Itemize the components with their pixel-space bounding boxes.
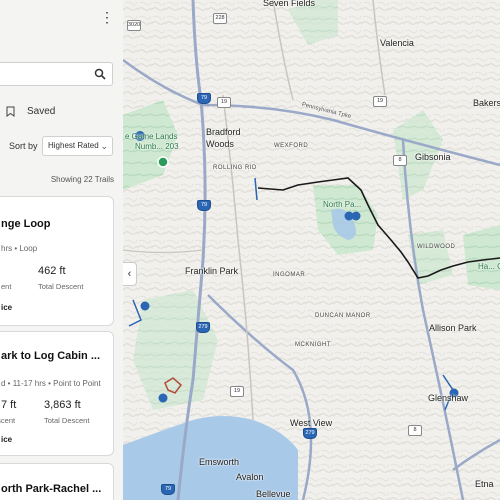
place-label: Bakers xyxy=(473,98,500,108)
park-label: Ha... Comm xyxy=(478,262,500,271)
sort-label: Sort by xyxy=(9,141,38,151)
place-label: Bradford Woods xyxy=(206,127,241,149)
trailhead-marker[interactable] xyxy=(158,393,168,403)
route-shield: 19 xyxy=(217,97,231,108)
interstate-shield: 79 xyxy=(197,200,211,211)
route-shield: 228 xyxy=(213,13,227,24)
route-shield: 19 xyxy=(230,386,244,397)
search-icon xyxy=(94,68,106,80)
place-label: Avalon xyxy=(236,472,264,482)
place-label: Bellevue xyxy=(256,489,291,499)
trail-foot: ice xyxy=(1,303,13,312)
place-label: Franklin Park xyxy=(185,266,239,276)
place-label: Gibsonia xyxy=(415,152,451,162)
trail-card[interactable]: ark to Log Cabin ... d • 11-17 hrs • Poi… xyxy=(0,331,114,456)
trail-title: ark to Log Cabin ... xyxy=(1,350,101,362)
trail-meta: d • 11-17 hrs • Point to Point xyxy=(1,379,101,388)
route-shield: 19 xyxy=(373,96,387,107)
app-root: ⋮ Saved Sort by Highest Rated ⌄ Showing … xyxy=(0,0,500,500)
hartwood-area xyxy=(463,225,500,290)
park-label: North Pa... xyxy=(323,200,362,209)
trail-map[interactable]: Seven Fields Valencia Bakers e Game Land… xyxy=(123,0,500,500)
place-label: Emsworth xyxy=(199,457,240,467)
chevron-down-icon: ⌄ xyxy=(100,141,108,151)
place-label: MCKNIGHT xyxy=(295,342,331,348)
park-marker[interactable] xyxy=(157,156,169,168)
place-label: INGOMAR xyxy=(273,272,306,278)
sort-select[interactable]: Highest Rated ⌄ xyxy=(42,136,113,156)
place-label: Seven Fields xyxy=(263,0,316,8)
collapse-sidebar-button[interactable]: ‹ xyxy=(123,262,137,286)
stat-ascent-value: 7 ft xyxy=(1,399,17,411)
park-label: Numb... 203 xyxy=(135,142,179,151)
stat-descent-value: 462 ft xyxy=(38,265,66,277)
place-label: Etna xyxy=(475,479,494,489)
more-options-icon[interactable]: ⋮ xyxy=(100,10,114,24)
trailhead-marker[interactable] xyxy=(351,211,361,221)
interstate-shield: 79 xyxy=(197,93,211,104)
chevron-left-icon: ‹ xyxy=(127,268,132,280)
place-label: Glenshaw xyxy=(428,393,469,403)
stat-descent-label: Total Descent xyxy=(44,416,90,425)
trail-title: orth Park-Rachel ... xyxy=(1,483,102,495)
place-label: West View xyxy=(290,418,333,428)
trail-card[interactable]: orth Park-Rachel ... xyxy=(0,463,114,500)
sort-value: Highest Rated xyxy=(48,141,99,150)
stat-ascent-label: ent xyxy=(1,282,12,291)
route-shield: 3020 xyxy=(127,20,141,31)
stat-ascent-label: ascent xyxy=(0,416,16,425)
interstate-shield: 279 xyxy=(303,428,317,439)
trail-meta: hrs • Loop xyxy=(1,244,38,253)
saved-tab[interactable]: Saved xyxy=(6,103,55,119)
place-label: WEXFORD xyxy=(274,143,309,149)
trail-card[interactable]: nge Loop hrs • Loop ent 462 ft Total Des… xyxy=(0,196,114,326)
park-label: e Game Lands xyxy=(125,132,178,141)
route-shield: 8 xyxy=(393,155,407,166)
interstate-shield: 79 xyxy=(161,484,175,495)
trail-title: nge Loop xyxy=(1,218,51,230)
interstate-shield: 279 xyxy=(196,322,210,333)
route-shield: 8 xyxy=(408,425,422,436)
saved-label: Saved xyxy=(27,105,56,117)
place-label: WILDWOOD xyxy=(417,244,456,250)
place-label: Allison Park xyxy=(429,323,477,333)
stat-descent-value: 3,863 ft xyxy=(44,399,81,411)
place-label: ROLLING RID xyxy=(213,165,257,171)
trailhead-marker[interactable] xyxy=(140,301,150,311)
trail-list-sidebar: ⋮ Saved Sort by Highest Rated ⌄ Showing … xyxy=(0,0,124,500)
search-input[interactable] xyxy=(0,62,113,86)
trail-count: Showing 22 Trails xyxy=(50,175,114,184)
place-label: DUNCAN MANOR xyxy=(315,313,371,319)
place-label: Valencia xyxy=(380,38,414,48)
bookmark-icon xyxy=(6,106,15,117)
trail-foot: ice xyxy=(1,435,13,444)
stat-descent-label: Total Descent xyxy=(38,282,84,291)
